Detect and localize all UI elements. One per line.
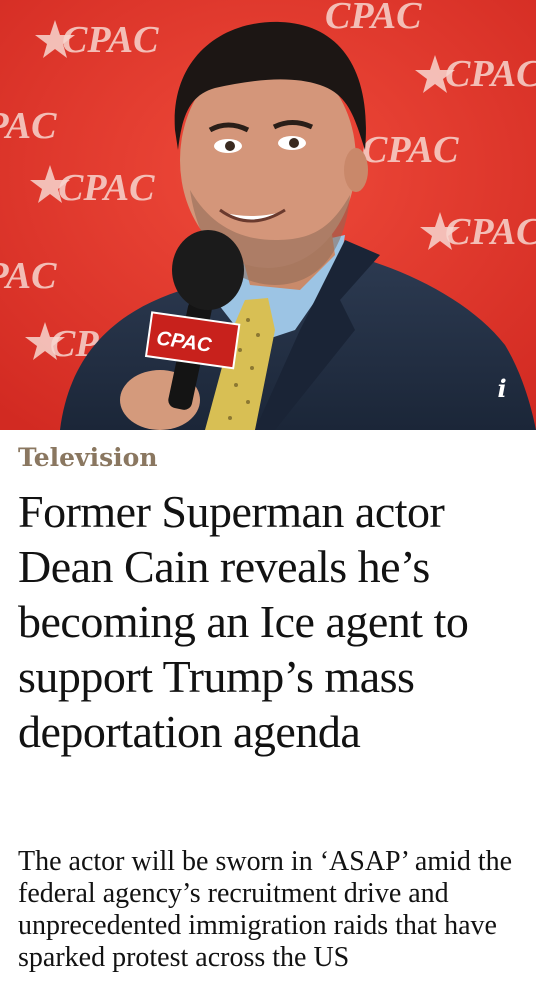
backdrop-logo: CPAC xyxy=(325,0,422,37)
headline: Former Superman actor Dean Cain reveals … xyxy=(18,486,469,757)
backdrop-logo: CPAC xyxy=(445,53,536,95)
section-kicker-link[interactable]: Television xyxy=(18,440,523,476)
backdrop-logo: CPAC xyxy=(0,105,57,147)
article-header: Television Former Superman actor Dean Ca… xyxy=(18,440,523,759)
info-icon: i xyxy=(497,373,507,403)
backdrop-logo: CPAC xyxy=(58,167,155,209)
image-info-button[interactable]: i xyxy=(486,372,518,404)
backdrop-logo: CPAC xyxy=(445,211,536,253)
hero-image: CPAC CPAC CPAC CPAC CPAC CPAC CPAC CPAC … xyxy=(0,0,536,430)
backdrop-logo: CPAC xyxy=(362,129,459,171)
hero-photo: CPAC CPAC CPAC CPAC CPAC CPAC CPAC CPAC … xyxy=(0,0,536,430)
standfirst: The actor will be sworn in ‘ASAP’ amid t… xyxy=(18,846,513,973)
backdrop-logo: CPAC xyxy=(62,19,159,61)
backdrop-logo: CPAC xyxy=(0,255,57,297)
